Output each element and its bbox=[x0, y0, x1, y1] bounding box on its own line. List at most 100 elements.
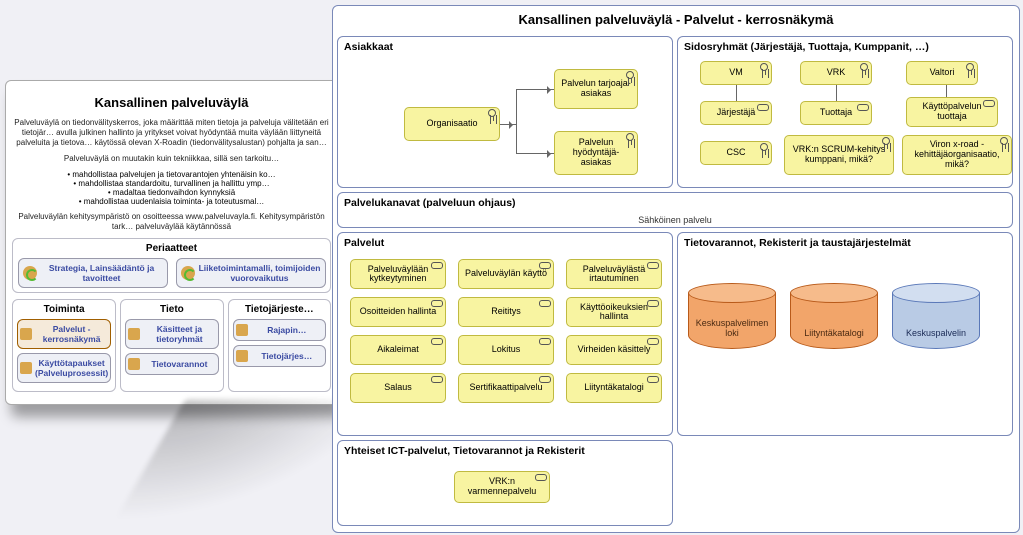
label: Keskuspalvelimen loki bbox=[689, 318, 775, 338]
nav-kayttotapaukset[interactable]: Käyttötapaukset (Palveluprosessit) bbox=[17, 353, 111, 383]
panel-title: Asiakkaat bbox=[344, 41, 666, 53]
service-lokitus[interactable]: Lokitus bbox=[458, 335, 554, 365]
service-osoitteiden-hallinta[interactable]: Osoitteiden hallinta bbox=[350, 297, 446, 327]
column-head: Tieto bbox=[125, 304, 218, 315]
label: Aikaleimat bbox=[377, 345, 419, 354]
actor-viron-xroad[interactable]: Viron x-road -kehittäjäorganisaatio, mik… bbox=[902, 135, 1012, 175]
service-sertifikaattipalvelu[interactable]: Sertifikaattipalvelu bbox=[458, 373, 554, 403]
nav-label: Käsitteet ja tietoryhmät bbox=[143, 324, 215, 344]
label: Reititys bbox=[491, 307, 521, 316]
column-toiminta: Toiminta Palvelut - kerrosnäkymä Käyttöt… bbox=[12, 299, 116, 392]
label: Tuottaja bbox=[820, 108, 852, 118]
actor-palvelun-tarjoaja[interactable]: Palvelun tarjoaja-asiakas bbox=[554, 69, 638, 109]
actor-vrk[interactable]: VRK bbox=[800, 61, 872, 85]
overview-desc-2: Palveluväylä on muutakin kuin tekniikkaa… bbox=[12, 154, 331, 164]
diagram-grid: Asiakkaat Organisaatio Palvelun tarjoaja… bbox=[337, 36, 1015, 528]
nav-tietojarjestelmat[interactable]: Tietojärjes… bbox=[233, 345, 326, 367]
label: Käyttöpalvelun tuottaja bbox=[911, 102, 993, 122]
panel-palvelut: Palvelut Palveluväylään kytkeytyminen Pa… bbox=[337, 232, 673, 436]
role-kayttopalvelun-tuottaja[interactable]: Käyttöpalvelun tuottaja bbox=[906, 97, 998, 127]
nav-rajapinnat[interactable]: Rajapin… bbox=[233, 319, 326, 341]
overview-desc-1: Palveluväylä on tiedonvälityskerros, jok… bbox=[12, 118, 331, 148]
column-tieto: Tieto Käsitteet ja tietoryhmät Tietovara… bbox=[120, 299, 223, 392]
role-jarjestaja[interactable]: Järjestäjä bbox=[700, 101, 772, 125]
column-head: Toiminta bbox=[17, 304, 111, 315]
panel-title: Palvelut bbox=[344, 237, 666, 249]
panel-title: Sidosryhmät (Järjestäjä, Tuottaja, Kumpp… bbox=[684, 41, 1006, 53]
service-virheiden-kasittely[interactable]: Virheiden käsittely bbox=[566, 335, 662, 365]
service-irtautuminen[interactable]: Palveluväylästä irtautuminen bbox=[566, 259, 662, 289]
periaatteet-head: Periaatteet bbox=[17, 243, 326, 254]
periaatteet-item-liiketoiminta[interactable]: Liiketoimintamalli, toimijoiden vuorovai… bbox=[176, 258, 326, 288]
nav-label: Palvelut - kerrosnäkymä bbox=[35, 324, 108, 344]
datastore-keskuspalvelin[interactable]: Keskuspalvelin bbox=[892, 293, 980, 349]
connector bbox=[516, 89, 517, 154]
datastore-liityntakatalogi[interactable]: Liityntäkatalogi bbox=[790, 293, 878, 349]
nav-kasitteet[interactable]: Käsitteet ja tietoryhmät bbox=[125, 319, 218, 349]
nav-tietovarannot[interactable]: Tietovarannot bbox=[125, 353, 218, 375]
label: Liityntäkatalogi bbox=[584, 383, 644, 392]
label: Liityntäkatalogi bbox=[804, 328, 864, 338]
actor-organisaatio[interactable]: Organisaatio bbox=[404, 107, 500, 141]
label: Palvelun hyödyntäjä-asiakas bbox=[559, 138, 633, 168]
bullet: madaltaa tiedonvaihdon kynnyksiä bbox=[12, 188, 331, 197]
principle-icon bbox=[181, 266, 195, 280]
connector bbox=[946, 85, 947, 97]
view-icon bbox=[128, 328, 140, 340]
label: Salaus bbox=[384, 383, 412, 392]
nav-label: Tietovarannot bbox=[143, 359, 215, 369]
connector bbox=[516, 153, 554, 154]
diagram-panel: Kansallinen palveluväylä - Palvelut - ke… bbox=[332, 5, 1020, 533]
peri-label: Strategia, Lainsäädäntö ja tavoitteet bbox=[41, 263, 163, 283]
service-kaytto[interactable]: Palveluväylän käyttö bbox=[458, 259, 554, 289]
service-liityntakatalogi[interactable]: Liityntäkatalogi bbox=[566, 373, 662, 403]
label: Järjestäjä bbox=[717, 108, 756, 118]
nav-label: Rajapin… bbox=[251, 325, 323, 335]
column-head: Tietojärjeste… bbox=[233, 304, 326, 315]
label: Palvelun tarjoaja-asiakas bbox=[559, 79, 633, 99]
label: Keskuspalvelin bbox=[906, 328, 966, 338]
datastore-keskuspalvelimen-loki[interactable]: Keskuspalvelimen loki bbox=[688, 293, 776, 349]
actor-palvelun-hyodyntaja[interactable]: Palvelun hyödyntäjä-asiakas bbox=[554, 131, 638, 175]
panel-palvelukanavat: Palvelukanavat (palveluun ohjaus) Sähköi… bbox=[337, 192, 1013, 228]
bullet: mahdollistaa uudenlaisia toiminta- ja to… bbox=[12, 197, 331, 206]
actor-csc[interactable]: CSC bbox=[700, 141, 772, 165]
label: Organisaatio bbox=[426, 119, 477, 129]
label: Palveluväylään kytkeytyminen bbox=[355, 265, 441, 284]
periaatteet-section: Periaatteet Strategia, Lainsäädäntö ja t… bbox=[12, 238, 331, 293]
service-aikaleimat[interactable]: Aikaleimat bbox=[350, 335, 446, 365]
actor-vm[interactable]: VM bbox=[700, 61, 772, 85]
label: Käyttöoikeuksien hallinta bbox=[571, 303, 657, 322]
nav-label: Tietojärjes… bbox=[251, 351, 323, 361]
actor-valtori[interactable]: Valtori bbox=[906, 61, 978, 85]
panel-title: Palvelukanavat (palveluun ohjaus) bbox=[344, 197, 1006, 209]
view-icon bbox=[20, 362, 32, 374]
service-kytkeytyminen[interactable]: Palveluväylään kytkeytyminen bbox=[350, 259, 446, 289]
peri-label: Liiketoimintamalli, toimijoiden vuorovai… bbox=[199, 263, 321, 283]
kanavat-subtitle: Sähköinen palvelu bbox=[344, 215, 1006, 225]
panel-title: Tietovarannot, Rekisterit ja taustajärje… bbox=[684, 237, 1006, 249]
service-kayttooikeudet[interactable]: Käyttöoikeuksien hallinta bbox=[566, 297, 662, 327]
label: Virheiden käsittely bbox=[578, 345, 651, 354]
view-icon bbox=[128, 358, 140, 370]
panel-tietovarannot: Tietovarannot, Rekisterit ja taustajärje… bbox=[677, 232, 1013, 436]
actor-scrum-kumppani[interactable]: VRK:n SCRUM-kehitys kumppani, mikä? bbox=[784, 135, 894, 175]
label: CSC bbox=[726, 148, 745, 158]
connector bbox=[500, 124, 516, 125]
view-icon bbox=[236, 324, 248, 336]
label: Lokitus bbox=[492, 345, 521, 354]
nav-palvelut-kerrosnakymä[interactable]: Palvelut - kerrosnäkymä bbox=[17, 319, 111, 349]
label: VRK:n varmennepalvelu bbox=[459, 477, 545, 497]
service-reititys[interactable]: Reititys bbox=[458, 297, 554, 327]
panel-asiakkaat: Asiakkaat Organisaatio Palvelun tarjoaja… bbox=[337, 36, 673, 188]
service-varmennepalvelu[interactable]: VRK:n varmennepalvelu bbox=[454, 471, 550, 503]
role-tuottaja[interactable]: Tuottaja bbox=[800, 101, 872, 125]
periaatteet-item-strategia[interactable]: Strategia, Lainsäädäntö ja tavoitteet bbox=[18, 258, 168, 288]
service-salaus[interactable]: Salaus bbox=[350, 373, 446, 403]
principle-icon bbox=[23, 266, 37, 280]
diagram-title: Kansallinen palveluväylä - Palvelut - ke… bbox=[333, 6, 1019, 31]
overview-desc-3: Palveluväylän kehitysympäristö on osoitt… bbox=[12, 212, 331, 232]
label: Sertifikaattipalvelu bbox=[469, 383, 542, 392]
label: Viron x-road -kehittäjäorganisaatio, mik… bbox=[907, 140, 1007, 170]
column-tietojarjestelmat: Tietojärjeste… Rajapin… Tietojärjes… bbox=[228, 299, 331, 392]
